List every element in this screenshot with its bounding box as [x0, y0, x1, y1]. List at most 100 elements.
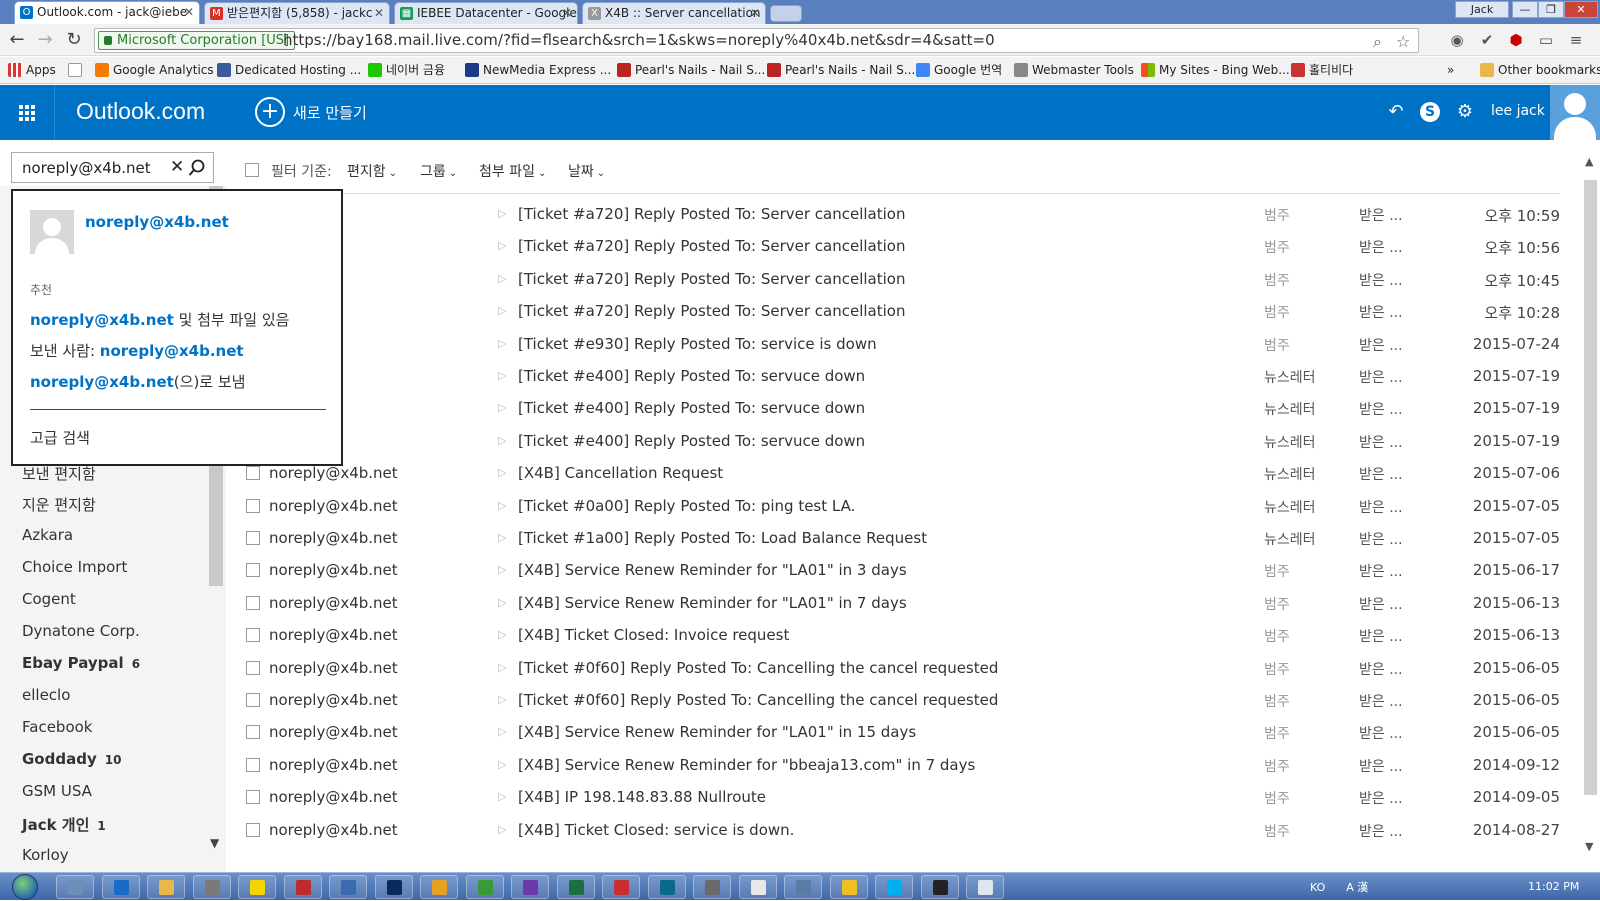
message-category[interactable]: 뉴스레터 — [1264, 529, 1316, 549]
reload-icon[interactable]: ↻ — [63, 29, 85, 51]
message-category[interactable]: 뉴스레터 — [1264, 464, 1316, 484]
row-checkbox[interactable] — [246, 822, 260, 837]
flag-icon[interactable]: ▷ — [498, 337, 506, 350]
folder-facebook[interactable]: Facebook — [22, 718, 92, 736]
adblock-icon[interactable]: ⬢ — [1506, 30, 1526, 50]
row-checkbox[interactable] — [246, 660, 260, 675]
bookmark-translate[interactable]: Google 번역 — [916, 62, 1002, 78]
forward-icon[interactable]: → — [34, 29, 56, 51]
undo-icon[interactable]: ↶ — [1385, 101, 1407, 123]
app-launcher-icon[interactable] — [0, 85, 55, 140]
bookmark-hosting[interactable]: Dedicated Hosting ... — [217, 62, 361, 78]
message-list-scrollbar[interactable]: ▲ ▼ — [1582, 150, 1600, 872]
folder-deleted[interactable]: 지운 편지함 — [22, 494, 96, 515]
maximize-icon[interactable]: ❐ — [1538, 1, 1564, 18]
message-row[interactable]: 4b.net▷[Ticket #e400] Reply Posted To: s… — [226, 425, 1560, 458]
ev-certificate-badge[interactable]: Microsoft Corporation [US] — [98, 31, 296, 50]
message-row[interactable]: noreply@x4b.net ▷ [Ticket #1a00] Reply Pos… — [226, 522, 1560, 555]
message-category[interactable]: 뉴스레터 — [1264, 367, 1316, 387]
extension-check-icon[interactable]: ✔ — [1477, 30, 1497, 50]
message-category[interactable]: 뉴스레터 — [1264, 497, 1316, 517]
flag-icon[interactable]: ▷ — [498, 207, 506, 220]
network-icon[interactable] — [192, 875, 231, 899]
tab-sheets[interactable]: ▦ IEBEE Datacenter - Google ✕ — [394, 2, 578, 24]
skype-icon[interactable] — [875, 875, 913, 899]
message-category[interactable]: 범주 — [1264, 626, 1290, 646]
new-message-button[interactable]: + 새로 만들기 — [255, 96, 367, 128]
message-category[interactable]: 범주 — [1264, 821, 1290, 841]
folder-icon[interactable] — [147, 875, 185, 899]
message-row[interactable]: noreply@x4b.net ▷ [X4B] Service Renew Remi… — [226, 716, 1560, 749]
flag-icon[interactable]: ▷ — [498, 499, 506, 512]
flag-icon[interactable]: ▷ — [498, 661, 506, 674]
bookmark-pearls-1[interactable]: Pearl's Nails - Nail S... — [617, 62, 765, 78]
message-category[interactable]: 뉴스레터 — [1264, 399, 1316, 419]
scrollbar-thumb[interactable] — [1584, 180, 1597, 795]
message-category[interactable]: 범주 — [1264, 659, 1290, 679]
star-icon[interactable]: ☆ — [1396, 32, 1410, 51]
folder-gsm-usa[interactable]: GSM USA — [22, 782, 92, 800]
zoom-icon[interactable]: ⌕ — [1373, 32, 1382, 52]
dreamweaver-icon[interactable] — [647, 875, 686, 899]
back-icon[interactable]: ← — [6, 29, 28, 51]
tab-outlook[interactable]: O Outlook.com - jack@iebe ✕ — [14, 1, 200, 24]
chevron-down-icon[interactable]: ▼ — [1585, 840, 1593, 853]
flag-icon[interactable]: ▷ — [498, 693, 506, 706]
message-category[interactable]: 범주 — [1264, 237, 1290, 257]
message-row[interactable]: noreply@x4b.net ▷ [X4B] Service Renew Remi… — [226, 587, 1560, 620]
advanced-search-link[interactable]: 고급 검색 — [30, 427, 90, 448]
message-row[interactable]: noreply@x4b.net ▷ [Ticket #0f60] Reply Pos… — [226, 684, 1560, 717]
flag-icon[interactable]: ▷ — [498, 304, 506, 317]
message-row[interactable]: 4b.net▷[Ticket #a720] Reply Posted To: S… — [226, 295, 1560, 328]
flag-icon[interactable]: ▷ — [498, 239, 506, 252]
filter-attachment-dropdown[interactable]: 첨부 파일 ⌄ — [479, 161, 546, 181]
address-bar[interactable]: Microsoft Corporation [US] https://bay16… — [94, 28, 1419, 53]
bookmark-webmaster[interactable]: Webmaster Tools — [1014, 62, 1134, 78]
flag-icon[interactable]: ▷ — [498, 466, 506, 479]
message-category[interactable]: 범주 — [1264, 561, 1290, 581]
flag-icon[interactable]: ▷ — [498, 434, 506, 447]
flag-icon[interactable]: ▷ — [498, 790, 506, 803]
vs-icon[interactable] — [511, 875, 549, 899]
message-row[interactable]: 4b.net▷[Ticket #e930] Reply Posted To: s… — [226, 328, 1560, 361]
new-tab-button[interactable] — [770, 5, 802, 22]
message-row[interactable]: 4b.net▷[Ticket #a720] Reply Posted To: S… — [226, 198, 1560, 231]
avatar[interactable] — [1550, 85, 1600, 140]
excel-icon[interactable] — [556, 875, 595, 899]
paint-icon[interactable] — [420, 875, 458, 899]
message-row[interactable]: noreply@x4b.net ▷ [X4B] Service Renew Remi… — [226, 554, 1560, 587]
message-category[interactable]: 범주 — [1264, 723, 1290, 743]
bookmark-naver[interactable]: 네이버 금융 — [368, 62, 445, 78]
message-row[interactable]: noreply@x4b.net ▷ [Ticket #0f60] Reply Pos… — [226, 652, 1560, 685]
row-checkbox[interactable] — [246, 725, 260, 740]
folder-elleclo[interactable]: elleclo — [22, 686, 70, 704]
message-category[interactable]: 범주 — [1264, 594, 1290, 614]
message-row[interactable]: 4b.net▷[Ticket #e400] Reply Posted To: s… — [226, 360, 1560, 393]
flag-icon[interactable]: ▷ — [498, 758, 506, 771]
row-checkbox[interactable] — [246, 563, 260, 578]
flag-icon[interactable]: ▷ — [498, 531, 506, 544]
message-category[interactable]: 범주 — [1264, 205, 1290, 225]
tab-gmail[interactable]: M 받은편지함 (5,858) - jackc ✕ — [204, 2, 390, 24]
row-checkbox[interactable] — [246, 595, 260, 610]
tab-x4b[interactable]: X X4B :: Server cancellation ✕ — [582, 2, 766, 24]
select-all-checkbox[interactable] — [245, 163, 259, 177]
excel-green-icon[interactable] — [465, 875, 504, 899]
window-user-button[interactable]: Jack — [1455, 1, 1509, 18]
close-window-icon[interactable]: ✕ — [1564, 1, 1598, 18]
menu-icon[interactable]: ≡ — [1566, 30, 1586, 50]
folder-korloy[interactable]: Korloy — [22, 846, 69, 864]
message-category[interactable]: 범주 — [1264, 691, 1290, 711]
flag-icon[interactable]: ▷ — [498, 628, 506, 641]
message-category[interactable]: 범주 — [1264, 270, 1290, 290]
notepad-icon[interactable] — [966, 875, 1004, 899]
flag-icon[interactable]: ▷ — [498, 272, 506, 285]
other-bookmarks[interactable]: Other bookmarks — [1480, 62, 1600, 78]
flag-icon[interactable]: ▷ — [498, 401, 506, 414]
folder-ebay-paypal[interactable]: Ebay Paypal 6 — [22, 654, 140, 672]
url-text[interactable]: https://bay168.mail.live.com/?fid=flsear… — [283, 31, 995, 50]
suggestion-with-attachments[interactable]: noreply@x4b.net 및 첨부 파일 있음 — [30, 309, 289, 330]
user-name[interactable]: lee jack — [1491, 103, 1545, 119]
row-checkbox[interactable] — [246, 628, 260, 643]
folder-cogent[interactable]: Cogent — [22, 590, 76, 608]
